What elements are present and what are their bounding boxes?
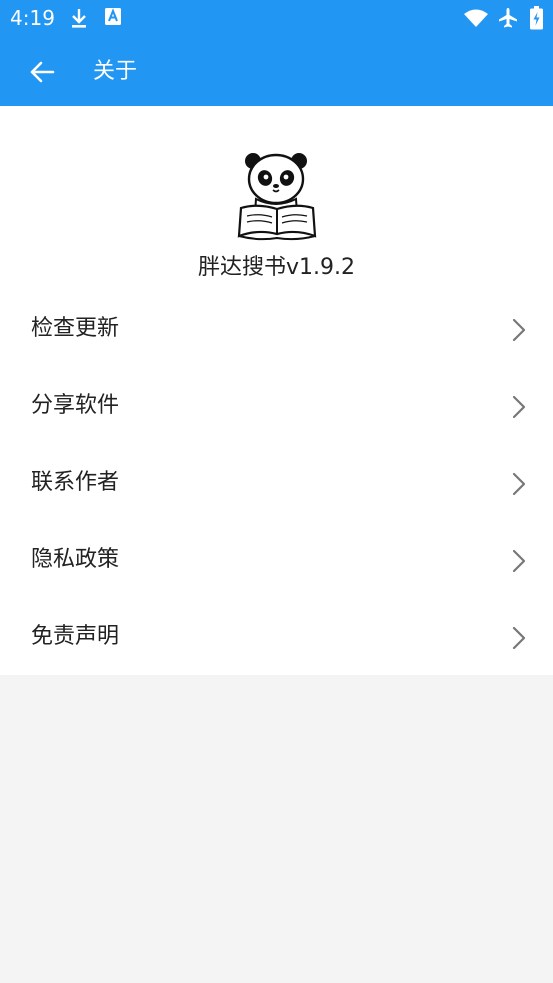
menu-item-label: 检查更新 xyxy=(31,316,120,341)
menu-item-contact-author[interactable]: 联系作者 xyxy=(0,445,553,522)
arrow-left-icon xyxy=(30,61,55,83)
menu-item-label: 分享软件 xyxy=(31,393,120,418)
download-icon xyxy=(70,7,88,33)
about-panel: 胖达搜书v1.9.2 检查更新 分享软件 联系作者 隐私政策 免责声明 xyxy=(0,106,553,675)
text-icon xyxy=(104,7,122,31)
page-title: 关于 xyxy=(93,59,138,84)
settings-menu: 检查更新 分享软件 联系作者 隐私政策 免责声明 xyxy=(0,291,553,676)
panda-reading-book-icon xyxy=(237,153,317,241)
back-button[interactable] xyxy=(22,52,62,92)
menu-item-label: 隐私政策 xyxy=(31,547,120,572)
chevron-right-icon xyxy=(512,318,526,342)
menu-item-label: 联系作者 xyxy=(31,470,120,495)
wifi-icon xyxy=(463,8,489,32)
app-name-version: 胖达搜书v1.9.2 xyxy=(198,255,355,280)
chevron-right-icon xyxy=(512,626,526,650)
menu-item-share-app[interactable]: 分享软件 xyxy=(0,368,553,445)
menu-item-check-update[interactable]: 检查更新 xyxy=(0,291,553,368)
status-time: 4:19 xyxy=(10,6,55,30)
app-bar: 关于 xyxy=(0,38,553,106)
status-bar: 4:19 xyxy=(0,0,553,38)
airplane-icon xyxy=(497,7,519,33)
chevron-right-icon xyxy=(512,472,526,496)
menu-item-label: 免责声明 xyxy=(31,624,120,649)
chevron-right-icon xyxy=(512,549,526,573)
menu-item-privacy-policy[interactable]: 隐私政策 xyxy=(0,522,553,599)
chevron-right-icon xyxy=(512,395,526,419)
battery-charging-icon xyxy=(530,6,543,34)
menu-item-disclaimer[interactable]: 免责声明 xyxy=(0,599,553,676)
